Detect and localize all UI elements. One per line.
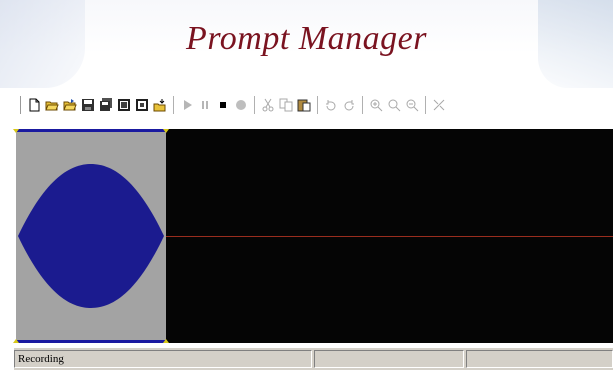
- selection-bottom-bar: [16, 340, 166, 343]
- record-icon[interactable]: [233, 97, 249, 113]
- zoom-fit-icon[interactable]: [386, 97, 402, 113]
- open-folder-icon[interactable]: [44, 97, 60, 113]
- toolbar-separator: [425, 96, 426, 114]
- play-icon[interactable]: [179, 97, 195, 113]
- waveform: [18, 164, 164, 308]
- status-bar: Recording: [14, 348, 613, 370]
- waveform-center-line: [166, 236, 613, 237]
- import-icon[interactable]: [152, 97, 168, 113]
- film-icon[interactable]: [116, 97, 132, 113]
- undo-icon[interactable]: [323, 97, 339, 113]
- title-banner: Prompt Manager: [0, 0, 613, 90]
- pause-icon[interactable]: [197, 97, 213, 113]
- trim-icon[interactable]: [431, 97, 447, 113]
- status-panel-2: [314, 350, 464, 368]
- toolbar-separator: [317, 96, 318, 114]
- new-file-icon[interactable]: [26, 97, 42, 113]
- open-folder-alt-icon[interactable]: [62, 97, 78, 113]
- status-panel-recording: Recording: [14, 350, 312, 368]
- app-title: Prompt Manager: [186, 20, 427, 57]
- waveform-editor[interactable]: [13, 129, 613, 343]
- stop-icon[interactable]: [215, 97, 231, 113]
- zoom-out-icon[interactable]: [404, 97, 420, 113]
- film-alt-icon[interactable]: [134, 97, 150, 113]
- toolbar-separator: [254, 96, 255, 114]
- toolbar-separator: [173, 96, 174, 114]
- save-icon[interactable]: [80, 97, 96, 113]
- status-panel-3: [466, 350, 613, 368]
- redo-icon[interactable]: [341, 97, 357, 113]
- toolbar-grip[interactable]: [16, 96, 21, 114]
- zoom-in-icon[interactable]: [368, 97, 384, 113]
- save-all-icon[interactable]: [98, 97, 114, 113]
- paste-icon[interactable]: [296, 97, 312, 113]
- cut-icon[interactable]: [260, 97, 276, 113]
- toolbar: [14, 92, 613, 118]
- copy-icon[interactable]: [278, 97, 294, 113]
- toolbar-separator: [362, 96, 363, 114]
